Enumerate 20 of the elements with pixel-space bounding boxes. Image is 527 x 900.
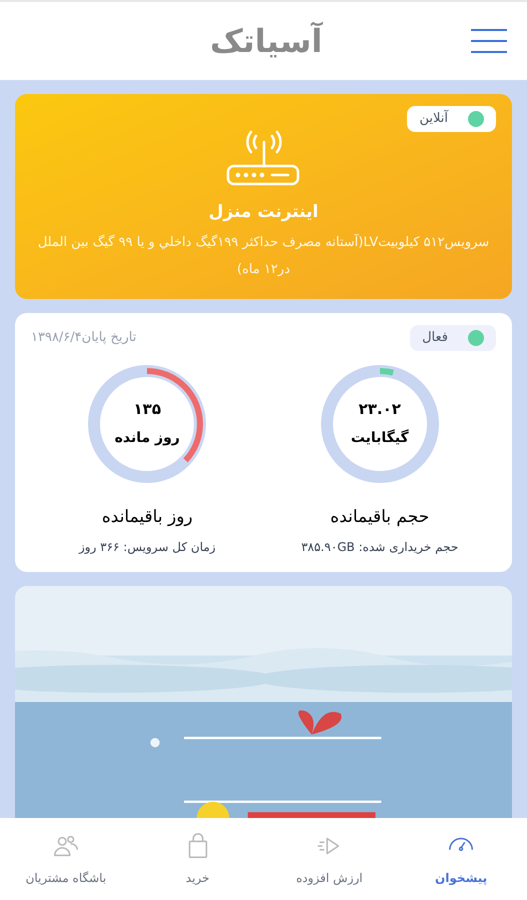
gauge-value: ۱۳۵	[134, 398, 161, 420]
gauge-detail: حجم خریداری شده: ۳۸۵.۹۰GB	[301, 539, 458, 556]
status-label: فعال	[422, 329, 448, 347]
nav-tab[interactable]: باشگاه مشتریان	[0, 818, 132, 900]
gauge-value: ۲۳.۰۲	[358, 398, 401, 420]
router-icon	[226, 128, 302, 188]
gauge-title: روز باقیمانده	[102, 506, 193, 528]
gauge-detail: زمان کل سرویس: ۳۶۶ روز	[78, 539, 216, 556]
end-date: تاریخ پایان۱۳۹۸/۶/۴	[31, 329, 136, 347]
gauge-unit: گیگابایت	[350, 428, 409, 448]
gauge-title: حجم باقیمانده	[330, 506, 430, 528]
service-title: اینترنت منزل	[208, 200, 318, 224]
status-label: آنلاین	[419, 109, 448, 128]
nav-tab[interactable]: خرید	[132, 818, 264, 900]
app-logo: آسیاتک	[210, 20, 322, 62]
gauge-unit: روز مانده	[114, 429, 180, 448]
nav-tab[interactable]: پیشخوان	[395, 818, 527, 900]
nav-tab[interactable]: ارزش افزوده	[264, 818, 396, 900]
menu-button[interactable]	[471, 27, 507, 55]
service-description: سرویس۵۱۲ کیلوبیتLV(آستانه مصرف حداکثر ۱۹۹گیگ داخلي و يا ۹۹ گیگ بین الملل در۱۲ ماه)	[36, 232, 490, 279]
